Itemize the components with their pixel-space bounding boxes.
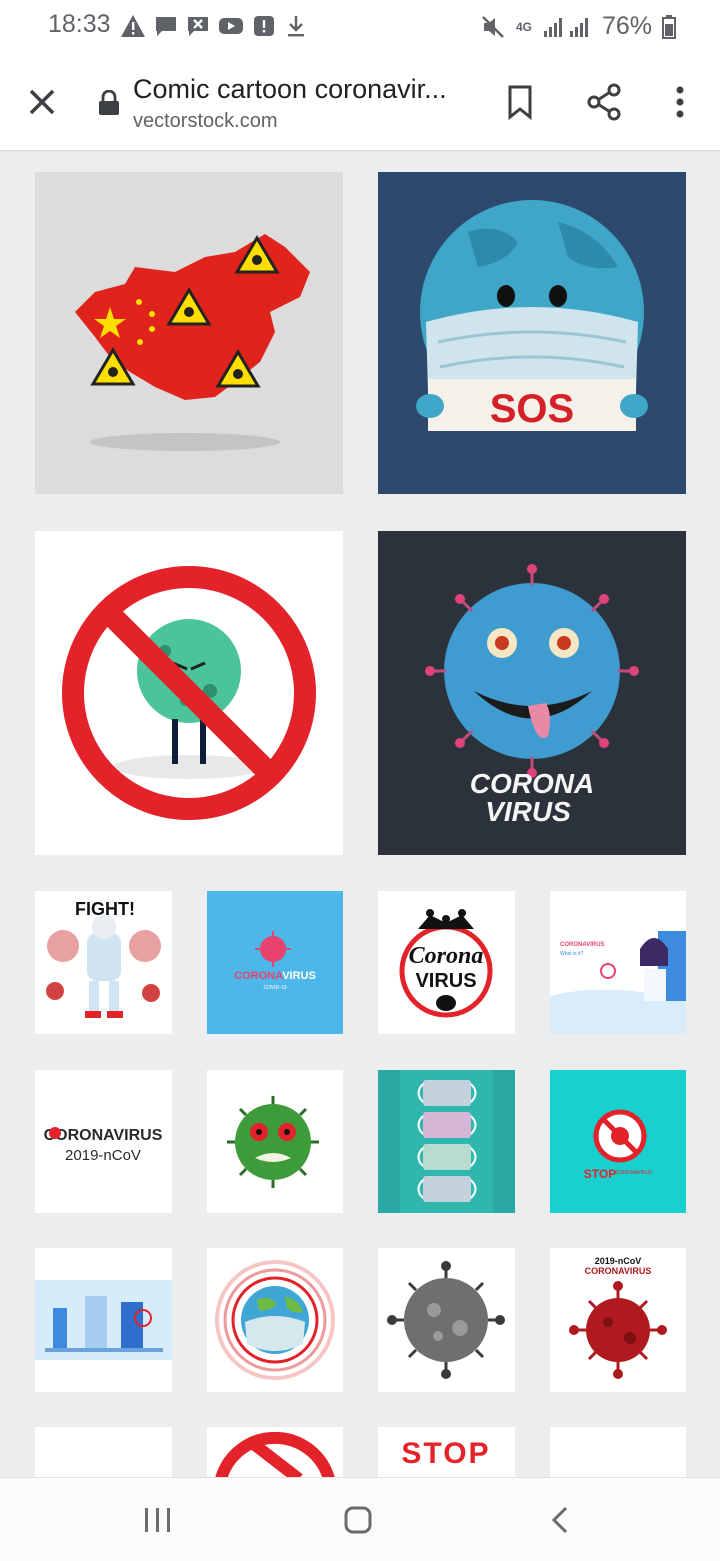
status-time: 18:33: [48, 10, 111, 38]
image-masks[interactable]: [378, 1070, 515, 1213]
svg-text:CORONAVIRUS: CORONAVIRUS: [234, 970, 316, 982]
more-vert-icon[interactable]: [660, 82, 700, 122]
image-lab-scene[interactable]: [35, 1248, 172, 1392]
stop-teal-sub: CORONAVIRUS: [616, 1170, 654, 1176]
page-title[interactable]: Comic cartoon coronavir...: [133, 74, 463, 105]
page-url[interactable]: vectorstock.com: [133, 110, 277, 133]
image-red-virus[interactable]: 2019-nCoV CORONAVIRUS: [550, 1248, 686, 1392]
stop-teal-text: STOP: [584, 1167, 616, 1181]
notification-icons: [120, 12, 308, 40]
coronavirus-blue-sub: COVID-19: [263, 985, 286, 991]
red-virus-line1: 2019-nCoV: [595, 1256, 642, 1266]
mail-x-icon: [188, 17, 208, 36]
share-icon[interactable]: [584, 82, 624, 122]
coronavirus-blue-b: VIRUS: [282, 970, 316, 982]
youtube-icon: [219, 18, 243, 34]
image-gray-virus[interactable]: [378, 1248, 515, 1392]
home-icon: [344, 1506, 372, 1534]
close-icon[interactable]: [22, 82, 62, 122]
mute-icon: [482, 15, 504, 38]
battery-percent: 76%: [601, 12, 652, 40]
download-icon: [288, 16, 304, 37]
image-earth-sos[interactable]: SOS: [378, 172, 686, 494]
image-masked-earth[interactable]: [207, 1248, 343, 1392]
back-button[interactable]: [540, 1500, 580, 1540]
alert-icon: [254, 16, 274, 36]
red-virus-line2: CORONAVIRUS: [585, 1266, 652, 1276]
system-nav-bar: [0, 1477, 720, 1561]
status-bar: 18:33 4G 76%: [0, 0, 720, 52]
signal-icon: [543, 17, 588, 37]
warning-icon: [121, 15, 145, 37]
recents-button[interactable]: [138, 1500, 178, 1540]
browser-toolbar: Comic cartoon coronavir... vectorstock.c…: [0, 52, 720, 151]
home-button[interactable]: [338, 1500, 378, 1540]
image-stop-teal[interactable]: STOP CORONAVIRUS: [550, 1070, 686, 1213]
image-partial-4[interactable]: [550, 1427, 686, 1477]
network-type: 4G: [515, 19, 532, 34]
battery-icon: [662, 14, 676, 39]
doctor-info-title: CORONAVIRUS: [560, 942, 605, 948]
image-doctor-info[interactable]: CORONAVIRUS What is it?: [550, 891, 686, 1034]
image-coronavirus-blue[interactable]: CORONAVIRUS COVID-19: [207, 891, 343, 1034]
ncov-line2: 2019-nCoV: [65, 1147, 141, 1164]
corona-crown-line1: Corona: [409, 943, 484, 969]
corona-crown-line2: VIRUS: [415, 970, 476, 992]
stop-bottom-text: STOP: [401, 1437, 490, 1470]
fight-text: FIGHT!: [75, 899, 135, 919]
doctor-info-sub: What is it?: [560, 951, 584, 957]
image-corona-crown[interactable]: Corona VIRUS: [378, 891, 515, 1034]
lock-icon: [99, 90, 119, 115]
coronavirus-blue-a: CORONA: [234, 970, 283, 982]
status-right: 4G 76%: [480, 12, 676, 41]
monster-virus-text: VIRUS: [485, 796, 571, 827]
recents-icon: [145, 1508, 170, 1532]
image-fight[interactable]: FIGHT!: [35, 891, 172, 1034]
bookmark-icon[interactable]: [500, 82, 540, 122]
image-partial-1[interactable]: [35, 1427, 172, 1477]
back-icon: [551, 1506, 568, 1534]
image-monster-virus[interactable]: CORONA VIRUS: [378, 531, 686, 855]
image-ncov-text[interactable]: CORONAVIRUS 2019-nCoV: [35, 1070, 172, 1213]
image-angry-virus[interactable]: [207, 1070, 343, 1213]
china-map-illustration: [35, 172, 343, 494]
image-china-map[interactable]: [35, 172, 343, 494]
image-no-virus[interactable]: [35, 531, 343, 855]
monster-corona-text: CORONA: [470, 768, 594, 799]
ncov-line1: CORONAVIRUS: [44, 1127, 163, 1144]
image-partial-stop[interactable]: STOP: [378, 1427, 515, 1477]
chat-icon: [156, 17, 176, 36]
image-partial-2[interactable]: [207, 1427, 343, 1477]
sos-text: SOS: [490, 387, 574, 431]
